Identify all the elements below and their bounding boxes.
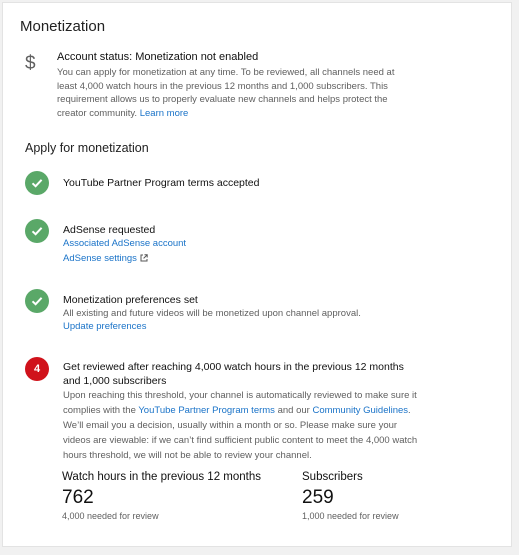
apply-heading: Apply for monetization xyxy=(25,141,149,155)
step-preferences-description: All existing and future videos will be m… xyxy=(63,308,361,319)
account-status-text: You can apply for monetization at any ti… xyxy=(57,67,395,119)
account-status-description: You can apply for monetization at any ti… xyxy=(57,66,407,120)
adsense-settings-link-wrap[interactable]: AdSense settings xyxy=(63,253,148,265)
watch-hours-label: Watch hours in the previous 12 months xyxy=(62,471,262,483)
subscribers-label: Subscribers xyxy=(302,471,363,483)
step-review-description: Upon reaching this threshold, your chann… xyxy=(63,388,418,463)
subscribers-needed: 1,000 needed for review xyxy=(302,511,399,521)
community-guidelines-link[interactable]: Community Guidelines xyxy=(312,405,408,416)
step-adsense-title: AdSense requested xyxy=(63,224,156,236)
dollar-icon: $ xyxy=(25,53,36,74)
watch-hours-needed: 4,000 needed for review xyxy=(62,511,159,521)
check-icon xyxy=(25,219,49,243)
account-status-title: Account status: Monetization not enabled xyxy=(57,51,259,63)
monetization-card: Monetization $ Account status: Monetizat… xyxy=(2,2,512,547)
review-text-and: and our xyxy=(277,405,310,416)
external-link-icon xyxy=(140,254,148,265)
update-preferences-link[interactable]: Update preferences xyxy=(63,321,146,332)
subscribers-value: 259 xyxy=(302,487,334,508)
associated-adsense-link[interactable]: Associated AdSense account xyxy=(63,238,186,249)
page-title: Monetization xyxy=(20,18,106,35)
step-preferences-title: Monetization preferences set xyxy=(63,294,198,306)
step-terms-title: YouTube Partner Program terms accepted xyxy=(63,177,260,189)
check-icon xyxy=(25,289,49,313)
adsense-settings-link[interactable]: AdSense settings xyxy=(63,253,137,264)
partner-program-terms-link[interactable]: YouTube Partner Program terms xyxy=(138,405,275,416)
check-icon xyxy=(25,171,49,195)
step-number-badge: 4 xyxy=(25,357,49,381)
learn-more-link[interactable]: Learn more xyxy=(140,108,189,119)
step-review-title: Get reviewed after reaching 4,000 watch … xyxy=(63,361,404,387)
watch-hours-value: 762 xyxy=(62,487,94,508)
